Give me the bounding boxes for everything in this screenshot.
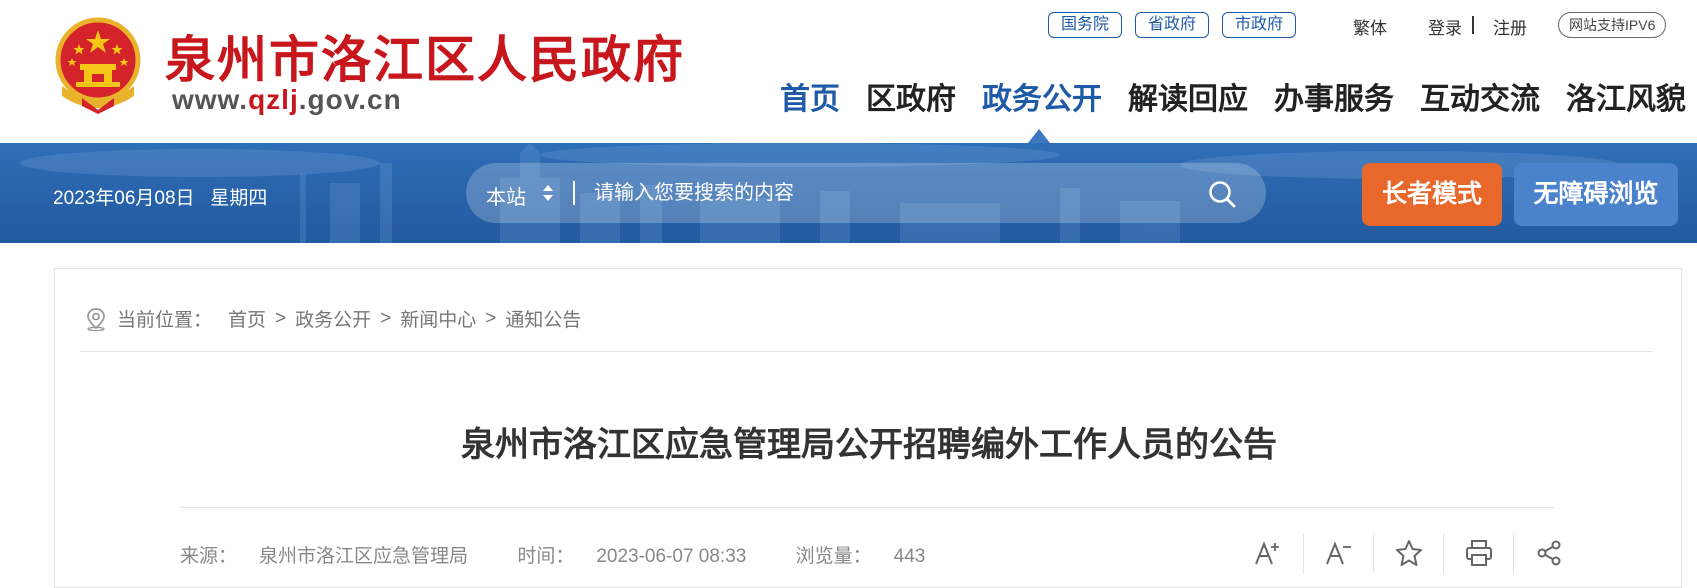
favorite-button[interactable]	[1373, 533, 1443, 573]
link-state-council[interactable]: 国务院	[1048, 12, 1123, 38]
breadcrumb-news-center[interactable]: 新闻中心	[400, 305, 476, 332]
meta-source-label: 来源：	[180, 546, 238, 567]
location-pin-icon	[87, 307, 105, 331]
main-nav: 首页 区政府 政务公开 解读回应 办事服务 互动交流 洛江风貌	[780, 74, 1686, 118]
active-nav-indicator	[1028, 129, 1050, 143]
nav-scenery[interactable]: 洛江风貌	[1566, 74, 1686, 118]
site-header: 泉州市洛江区人民政府 www.qzlj.gov.cn 国务院 省政府 市政府 繁…	[0, 0, 1697, 143]
breadcrumb-prefix: 当前位置：	[117, 310, 213, 331]
article-tools	[1233, 533, 1583, 573]
current-date: 2023年06月08日 星期四	[53, 183, 267, 210]
search-box: 本站	[466, 163, 1266, 223]
elder-mode-button[interactable]: 长者模式	[1362, 163, 1502, 226]
breadcrumb-notices[interactable]: 通知公告	[505, 305, 581, 332]
meta-source-value: 泉州市洛江区应急管理局	[259, 546, 469, 567]
breadcrumb-gov-affairs[interactable]: 政务公开	[295, 305, 371, 332]
nav-services[interactable]: 办事服务	[1274, 74, 1394, 118]
meta-time-value: 2023-06-07 08:33	[596, 546, 747, 567]
ipv6-badge: 网站支持IPV6	[1558, 12, 1667, 38]
traditional-chinese-link[interactable]: 繁体	[1353, 14, 1387, 39]
weekday-value: 星期四	[210, 188, 268, 209]
login-divider	[1472, 16, 1474, 34]
share-icon	[1537, 540, 1560, 566]
article-title: 泉州市洛江区应急管理局公开招聘编外工作人员的公告	[461, 426, 1277, 464]
breadcrumb: 当前位置： 首页 > 政务公开 > 新闻中心 > 通知公告	[85, 305, 581, 332]
national-emblem-icon[interactable]	[52, 16, 144, 114]
share-button[interactable]	[1513, 533, 1583, 573]
search-input[interactable]	[586, 163, 1146, 223]
star-icon	[1395, 540, 1422, 566]
search-scope-select[interactable]: 本站	[486, 181, 526, 210]
site-url[interactable]: www.qzlj.gov.cn	[172, 84, 402, 116]
meta-time-label: 时间：	[517, 546, 575, 567]
accessible-browse-button[interactable]: 无障碍浏览	[1514, 163, 1678, 226]
meta-time: 时间： 2023-06-07 08:33	[517, 546, 768, 567]
breadcrumb-home[interactable]: 首页	[228, 305, 266, 332]
search-icon[interactable]	[1206, 178, 1238, 210]
title-divider	[180, 507, 1554, 508]
login-link[interactable]: 登录	[1428, 14, 1462, 39]
meta-source: 来源： 泉州市洛江区应急管理局	[180, 546, 490, 567]
font-decrease-icon	[1325, 541, 1351, 565]
breadcrumb-separator: >	[485, 307, 497, 329]
breadcrumb-divider	[80, 351, 1653, 352]
site-title[interactable]: 泉州市洛江区人民政府	[165, 20, 685, 92]
link-provincial-gov[interactable]: 省政府	[1135, 12, 1210, 38]
nav-interpretation[interactable]: 解读回应	[1128, 74, 1248, 118]
link-city-gov[interactable]: 市政府	[1222, 12, 1297, 38]
breadcrumb-separator: >	[380, 307, 392, 329]
breadcrumb-separator: >	[275, 307, 287, 329]
meta-views: 浏览量： 443	[796, 546, 948, 567]
url-suffix: .gov.cn	[298, 84, 402, 115]
search-divider	[573, 181, 575, 205]
meta-views-label: 浏览量：	[795, 546, 872, 567]
meta-views-value: 443	[893, 546, 926, 567]
url-prefix: www.	[172, 84, 249, 115]
nav-interaction[interactable]: 互动交流	[1420, 74, 1540, 118]
search-bar-banner: 2023年06月08日 星期四 本站 长者模式 无障碍浏览	[0, 143, 1697, 243]
print-button[interactable]	[1443, 533, 1513, 573]
font-decrease-button[interactable]	[1303, 533, 1373, 573]
date-value: 2023年06月08日	[53, 188, 195, 209]
article-panel: 当前位置： 首页 > 政务公开 > 新闻中心 > 通知公告 泉州市洛江区应急管理…	[54, 268, 1682, 588]
article-meta: 来源： 泉州市洛江区应急管理局 时间： 2023-06-07 08:33 浏览量： 4…	[180, 541, 969, 568]
top-links: 国务院 省政府 市政府	[1048, 12, 1297, 38]
nav-district-gov[interactable]: 区政府	[866, 74, 956, 118]
printer-icon	[1465, 540, 1492, 566]
url-highlight: qzlj	[248, 84, 299, 115]
font-increase-icon	[1255, 541, 1279, 565]
font-increase-button[interactable]	[1233, 533, 1303, 573]
nav-gov-affairs[interactable]: 政务公开	[982, 74, 1102, 118]
nav-home[interactable]: 首页	[780, 74, 840, 118]
register-link[interactable]: 注册	[1493, 14, 1527, 39]
sort-arrows-icon[interactable]	[542, 183, 554, 203]
